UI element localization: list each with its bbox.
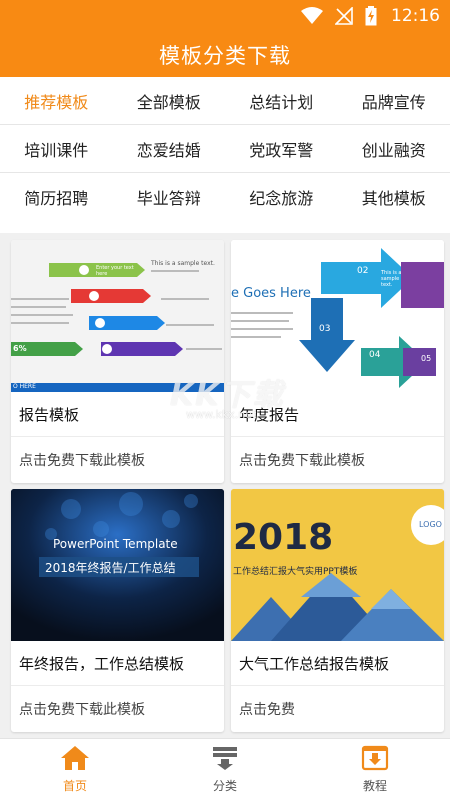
template-title: 年度报告 bbox=[231, 392, 444, 437]
thumb-footer: O HERE bbox=[13, 383, 36, 390]
thumb-sample-text: This is a sample text. bbox=[151, 260, 215, 267]
category-all[interactable]: 全部模板 bbox=[113, 77, 226, 124]
template-card[interactable]: 2018 工作总结汇报大气实用PPT模板 LOGO 大气工作总结报告模板 点击免… bbox=[231, 489, 444, 732]
category-startup[interactable]: 创业融资 bbox=[338, 125, 450, 172]
thumb-sample-text: This is a sample text. bbox=[381, 270, 402, 288]
category-grid: 推荐模板 全部模板 总结计划 品牌宣传 培训课件 恋爱结婚 党政军警 创业融资 … bbox=[0, 77, 450, 233]
category-recommended[interactable]: 推荐模板 bbox=[0, 77, 113, 124]
template-grid: This is a sample text. Enter your text h… bbox=[0, 233, 450, 738]
page-title: 模板分类下载 bbox=[159, 43, 291, 68]
template-thumbnail: PowerPoint Template 2018年终报告/工作总结 bbox=[11, 489, 224, 641]
thumb-percent: 6% bbox=[13, 344, 27, 353]
download-link[interactable]: 点击免费下载此模板 bbox=[11, 437, 224, 483]
download-link[interactable]: 点击免费 bbox=[231, 686, 444, 732]
template-thumbnail: 2018 工作总结汇报大气实用PPT模板 LOGO bbox=[231, 489, 444, 641]
app-header: 模板分类下载 bbox=[0, 32, 450, 77]
thumb-number-04: 04 bbox=[369, 350, 381, 360]
category-row: 推荐模板 全部模板 总结计划 品牌宣传 bbox=[0, 77, 450, 125]
template-card[interactable]: This is a sample text. Enter your text h… bbox=[11, 240, 224, 483]
thumb-number-05: 05 bbox=[421, 354, 432, 363]
category-brand[interactable]: 品牌宣传 bbox=[338, 77, 450, 124]
download-tutorial-icon bbox=[361, 745, 389, 775]
category-love-wedding[interactable]: 恋爱结婚 bbox=[113, 125, 226, 172]
template-thumbnail: This is a sample text. Enter your text h… bbox=[11, 240, 224, 392]
tab-category[interactable]: 分类 bbox=[150, 739, 300, 800]
wifi-icon bbox=[301, 7, 323, 25]
status-bar: 12:16 bbox=[0, 0, 450, 32]
category-row: 简历招聘 毕业答辩 纪念旅游 其他模板 bbox=[0, 173, 450, 221]
download-link[interactable]: 点击免费下载此模板 bbox=[231, 437, 444, 483]
thumb-logo: LOGO bbox=[419, 520, 442, 529]
thumb-line1: PowerPoint Template bbox=[53, 537, 178, 551]
category-training[interactable]: 培训课件 bbox=[0, 125, 113, 172]
template-thumbnail: e Goes Here 02 03 04 05 This is a sample… bbox=[231, 240, 444, 392]
category-other[interactable]: 其他模板 bbox=[338, 173, 450, 221]
template-title: 大气工作总结报告模板 bbox=[231, 641, 444, 686]
template-card[interactable]: e Goes Here 02 03 04 05 This is a sample… bbox=[231, 240, 444, 483]
tab-home-label: 首页 bbox=[62, 779, 87, 793]
thumb-line2: 2018年终报告/工作总结 bbox=[45, 561, 176, 575]
status-time: 12:16 bbox=[391, 6, 440, 26]
thumb-enter-text: Enter your text here bbox=[96, 265, 134, 277]
category-row: 培训课件 恋爱结婚 党政军警 创业融资 bbox=[0, 125, 450, 173]
tab-home[interactable]: 首页 bbox=[0, 739, 150, 800]
template-title: 年终报告，工作总结模板 bbox=[11, 641, 224, 686]
battery-charging-icon bbox=[365, 6, 377, 26]
home-icon bbox=[60, 745, 90, 775]
thumb-subtitle: 工作总结汇报大气实用PPT模板 bbox=[233, 567, 358, 577]
category-resume[interactable]: 简历招聘 bbox=[0, 173, 113, 221]
thumb-year: 2018 bbox=[233, 517, 334, 558]
template-card[interactable]: PowerPoint Template 2018年终报告/工作总结 年终报告，工… bbox=[11, 489, 224, 732]
no-signal-icon bbox=[335, 7, 353, 25]
thumb-number-03: 03 bbox=[319, 324, 331, 334]
category-icon bbox=[211, 745, 239, 775]
category-summary-plan[interactable]: 总结计划 bbox=[225, 77, 338, 124]
category-party-military[interactable]: 党政军警 bbox=[225, 125, 338, 172]
tab-tutorial-label: 教程 bbox=[362, 779, 387, 793]
category-graduation[interactable]: 毕业答辩 bbox=[113, 173, 226, 221]
template-title: 报告模板 bbox=[11, 392, 224, 437]
tab-tutorial[interactable]: 教程 bbox=[300, 739, 450, 800]
tab-category-label: 分类 bbox=[212, 779, 237, 793]
thumb-heading: e Goes Here bbox=[231, 286, 311, 301]
bottom-tab-bar: 首页 分类 教程 bbox=[0, 738, 450, 800]
download-link[interactable]: 点击免费下载此模板 bbox=[11, 686, 224, 732]
thumb-number-02: 02 bbox=[357, 266, 369, 276]
category-travel[interactable]: 纪念旅游 bbox=[225, 173, 338, 221]
